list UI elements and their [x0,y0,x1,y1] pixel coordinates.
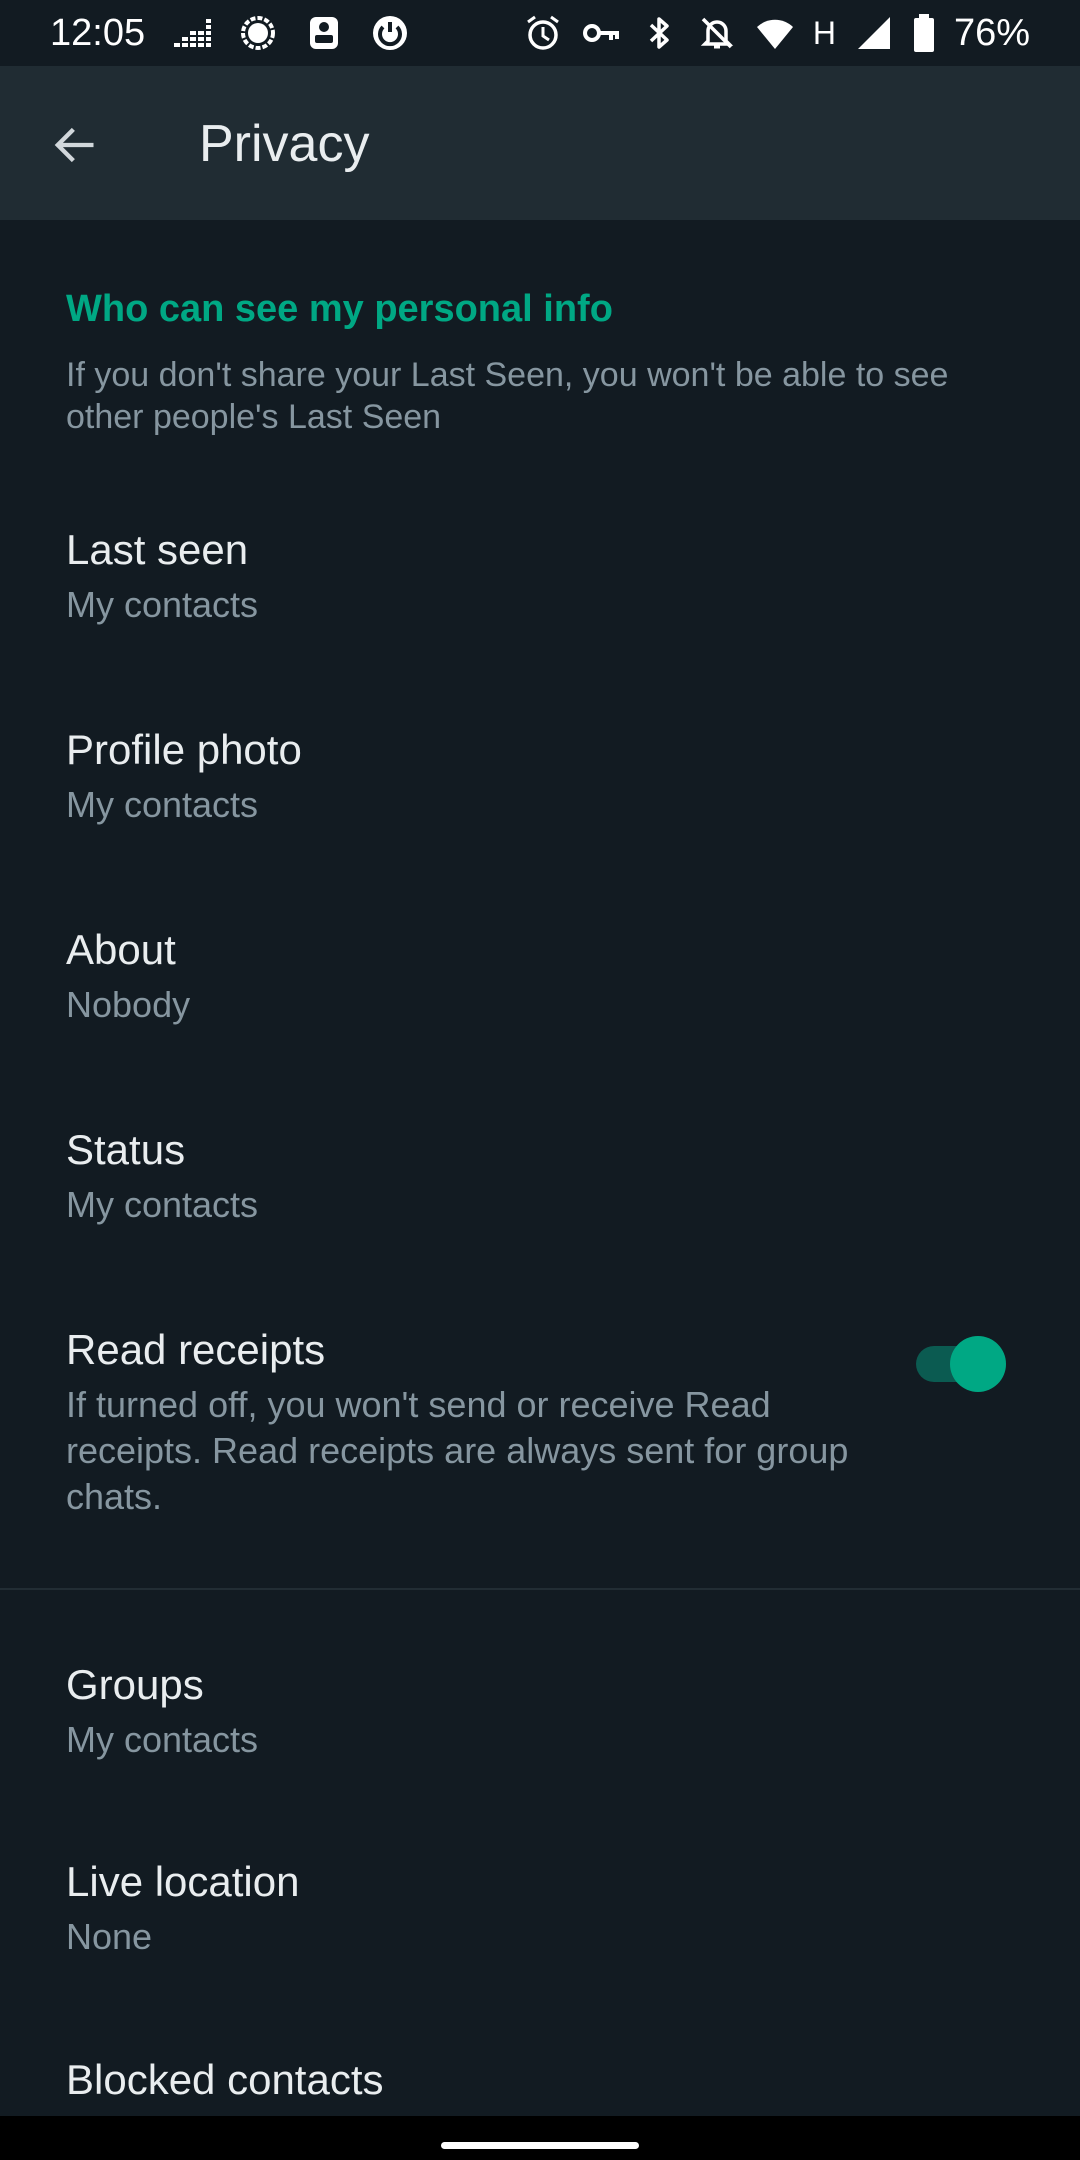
setting-about[interactable]: About Nobody [0,890,1080,1070]
setting-title: Last seen [66,526,249,573]
read-receipts-toggle[interactable] [916,1336,1006,1392]
setting-title: Status [66,1126,186,1173]
alarm-icon [523,13,563,53]
setting-value: My contacts [66,784,259,825]
setting-title: Profile photo [66,726,302,773]
signal-icon [238,13,278,53]
sync-icon [370,13,410,53]
vpn-lock-icon [304,13,344,53]
setting-value: My contacts [66,1719,259,1760]
section-header: Who can see my personal info [66,288,613,330]
toggle-thumb [950,1336,1006,1392]
wifi-icon [755,13,795,53]
setting-title: Live location [66,1858,300,1905]
battery-icon [912,13,936,53]
page-title: Privacy [199,115,370,173]
setting-description: If turned off, you won't send or receive… [66,1384,849,1517]
setting-value: None [66,1916,153,1957]
setting-status[interactable]: Status My contacts [0,1090,1080,1270]
key-icon [581,13,621,53]
system-icons: H 76% [523,10,1030,56]
setting-value: My contacts [66,584,259,625]
setting-last-seen[interactable]: Last seen My contacts [0,490,1080,670]
setting-value: Nobody [66,984,191,1025]
setting-value: My contacts [66,1184,259,1225]
setting-profile-photo[interactable]: Profile photo My contacts [0,690,1080,870]
notifications-off-icon [697,13,737,53]
notification-icons [172,10,410,56]
setting-title: Groups [66,1661,204,1708]
arrow-back-icon [54,127,94,163]
section-divider [0,1588,1080,1590]
setting-read-receipts[interactable]: Read receipts If turned off, you won't s… [0,1290,1080,1550]
home-gesture-handle[interactable] [441,2142,639,2149]
setting-blocked-contacts[interactable]: Blocked contacts [0,2020,1080,2116]
status-time: 12:05 [50,12,146,54]
setting-title: About [66,926,176,973]
battery-percent: 76% [953,12,1030,54]
setting-title: Blocked contacts [66,2056,384,2103]
setting-title: Read receipts [66,1326,326,1373]
section-description: If you don't share your Last Seen, you w… [66,356,949,436]
status-bar: 12:05 H 76% [0,0,1080,66]
network-type-label: H [812,15,836,51]
setting-groups[interactable]: Groups My contacts [0,1625,1080,1805]
navigation-bar [0,2116,1080,2160]
setting-live-location[interactable]: Live location None [0,1822,1080,2002]
back-button[interactable] [38,109,110,181]
bluetooth-icon [639,13,679,53]
deezer-icon [172,13,212,53]
cell-signal-icon [854,13,894,53]
app-bar: Privacy [0,66,1080,220]
